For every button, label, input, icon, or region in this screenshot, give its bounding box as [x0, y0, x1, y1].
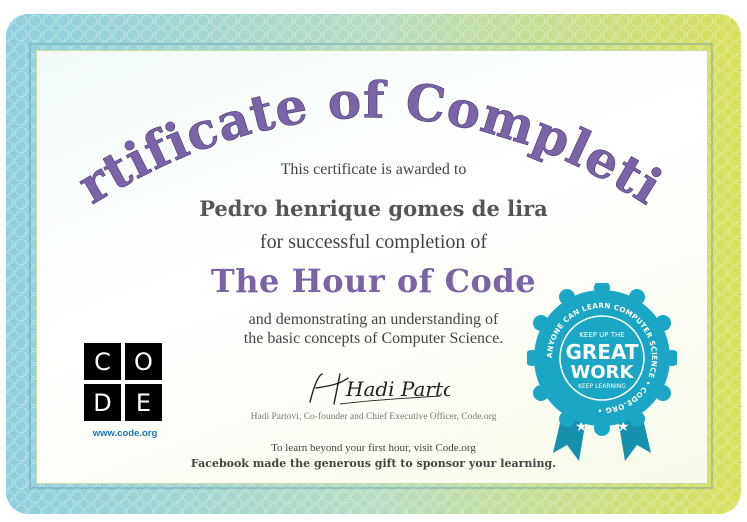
logo-letter-c: C: [84, 343, 121, 380]
awarded-text: This certificate is awarded to: [280, 161, 467, 178]
logo-letter-o: O: [125, 343, 162, 380]
badge-main-line-1: GREAT: [565, 340, 638, 364]
badge-main-line-2: WORK: [571, 362, 635, 383]
badge-bottom-text: KEEP LEARNING: [578, 383, 626, 390]
code-org-logo: C O D E: [84, 343, 164, 423]
badge-top-text: KEEP UP THE: [579, 331, 624, 339]
signature-handwriting: Hadi Partovi: [345, 377, 450, 401]
great-work-badge: ★ ★ ANYONE CAN LEARN COMPUTER SCIENCE • …: [527, 283, 677, 461]
code-org-url[interactable]: www.code.org: [80, 428, 170, 439]
svg-text:Certificate of Completion: Certificate of Completion: [0, 0, 673, 216]
recipient-name: Pedro henrique gomes de lira: [199, 196, 548, 221]
signature-image: Hadi Partovi: [309, 373, 450, 405]
completion-text: for successful completion of: [259, 231, 488, 253]
certificate-title-text: Certificate of Completion: [0, 0, 672, 217]
certificate: Certificate of Completion This certifica…: [0, 0, 747, 522]
